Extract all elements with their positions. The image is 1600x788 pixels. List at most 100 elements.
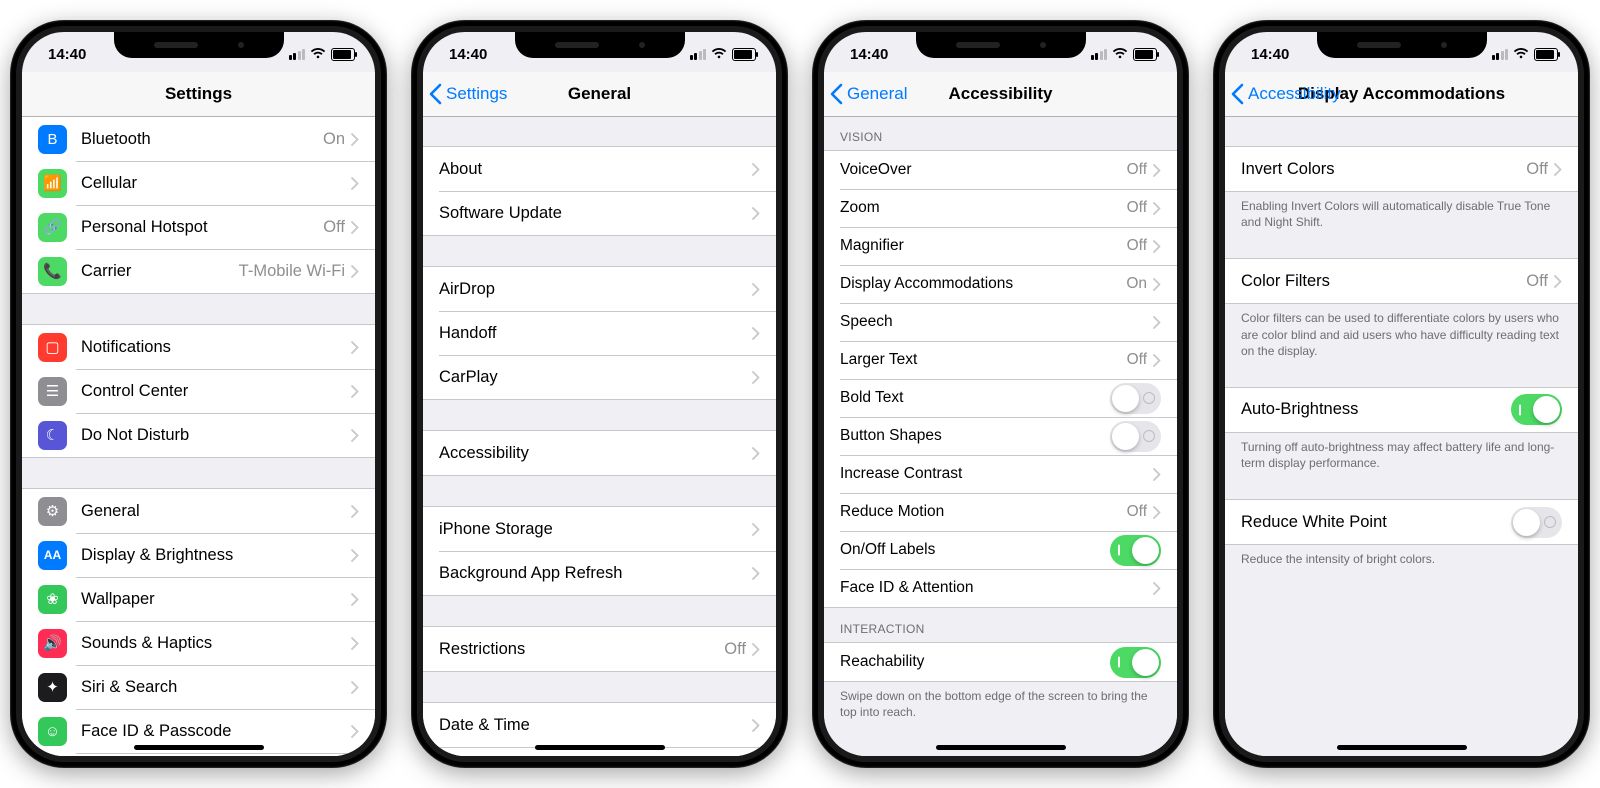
row-cellular[interactable]: 📶Cellular [22, 161, 375, 205]
row-label: Wallpaper [81, 590, 351, 609]
row-label: Background App Refresh [439, 564, 752, 583]
row-button-shapes[interactable]: Button Shapes [824, 417, 1177, 455]
device-notch [515, 32, 685, 58]
row-label: Increase Contrast [840, 465, 1153, 483]
device-notch [916, 32, 1086, 58]
chevron-right-icon [1554, 163, 1562, 176]
row-voiceover[interactable]: VoiceOverOff [824, 151, 1177, 189]
row-on-off-labels[interactable]: On/Off Labels [824, 531, 1177, 569]
row-label: CarPlay [439, 368, 752, 387]
row-carrier[interactable]: 📞CarrierT-Mobile Wi-Fi [22, 249, 375, 293]
back-button[interactable]: Accessibility [1231, 72, 1341, 116]
row-wallpaper[interactable]: ❀Wallpaper [22, 577, 375, 621]
row-display-accommodations[interactable]: Display AccommodationsOn [824, 265, 1177, 303]
row-airdrop[interactable]: AirDrop [423, 267, 776, 311]
chevron-right-icon [1153, 316, 1161, 329]
row-general[interactable]: ⚙General [22, 489, 375, 533]
gear-icon: ⚙ [38, 497, 67, 526]
chevron-right-icon [1153, 164, 1161, 177]
toggle-switch[interactable] [1110, 647, 1161, 678]
row-larger-text[interactable]: Larger TextOff [824, 341, 1177, 379]
row-bluetooth[interactable]: BBluetoothOn [22, 117, 375, 161]
settings-group: AboutSoftware Update [423, 146, 776, 236]
row-speech[interactable]: Speech [824, 303, 1177, 341]
row-personal-hotspot[interactable]: 🔗Personal HotspotOff [22, 205, 375, 249]
content: BBluetoothOn📶Cellular🔗Personal HotspotOf… [22, 116, 375, 756]
row-reduce-motion[interactable]: Reduce MotionOff [824, 493, 1177, 531]
settings-group: RestrictionsOff [423, 626, 776, 672]
row-face-id-attention[interactable]: Face ID & Attention [824, 569, 1177, 607]
nav-bar: GeneralAccessibility [824, 72, 1177, 117]
row-bold-text[interactable]: Bold Text [824, 379, 1177, 417]
chevron-right-icon [351, 505, 359, 518]
row-color-filters[interactable]: Color FiltersOff [1225, 259, 1578, 303]
chevron-right-icon [752, 447, 760, 460]
toggle-switch[interactable] [1110, 383, 1161, 414]
row-label: Button Shapes [840, 427, 1110, 445]
toggle-switch[interactable] [1511, 394, 1562, 425]
phone-icon: 📞 [38, 257, 67, 286]
chevron-right-icon [752, 523, 760, 536]
row-increase-contrast[interactable]: Increase Contrast [824, 455, 1177, 493]
row-background-app-refresh[interactable]: Background App Refresh [423, 551, 776, 595]
row-about[interactable]: About [423, 147, 776, 191]
back-label: Accessibility [1248, 84, 1341, 104]
settings-group: Color FiltersOff [1225, 258, 1578, 304]
settings-group: BBluetoothOn📶Cellular🔗Personal HotspotOf… [22, 116, 375, 294]
row-display-brightness[interactable]: AADisplay & Brightness [22, 533, 375, 577]
home-indicator[interactable] [134, 745, 264, 750]
battery-icon [732, 48, 756, 61]
row-notifications[interactable]: ▢Notifications [22, 325, 375, 369]
settings-group: Invert ColorsOff [1225, 146, 1578, 192]
row-handoff[interactable]: Handoff [423, 311, 776, 355]
row-label: Display Accommodations [840, 275, 1126, 293]
settings-group: ▢Notifications☰Control Center☾Do Not Dis… [22, 324, 375, 458]
battery-icon [331, 48, 355, 61]
row-software-update[interactable]: Software Update [423, 191, 776, 235]
back-button[interactable]: General [830, 72, 907, 116]
home-indicator[interactable] [1337, 745, 1467, 750]
row-emergency-sos[interactable]: SOSEmergency SOS [22, 753, 375, 756]
faceid-icon: ☺ [38, 717, 67, 746]
row-invert-colors[interactable]: Invert ColorsOff [1225, 147, 1578, 191]
battery-icon [1133, 48, 1157, 61]
chevron-right-icon [752, 567, 760, 580]
row-reduce-white-point[interactable]: Reduce White Point [1225, 500, 1578, 544]
row-do-not-disturb[interactable]: ☾Do Not Disturb [22, 413, 375, 457]
row-label: Do Not Disturb [81, 426, 351, 445]
wifi-icon [711, 46, 727, 62]
toggle-switch[interactable] [1110, 535, 1161, 566]
row-accessibility[interactable]: Accessibility [423, 431, 776, 475]
wifi-icon [310, 46, 326, 62]
row-siri-search[interactable]: ✦Siri & Search [22, 665, 375, 709]
home-indicator[interactable] [936, 745, 1066, 750]
row-label: Auto-Brightness [1241, 400, 1511, 419]
nav-bar: Settings [22, 72, 375, 117]
chevron-right-icon [1153, 240, 1161, 253]
row-restrictions[interactable]: RestrictionsOff [423, 627, 776, 671]
toggle-switch[interactable] [1110, 421, 1161, 452]
display-icon: AA [38, 541, 67, 570]
cellular-icon: 📶 [38, 169, 67, 198]
wifi-icon [1513, 46, 1529, 62]
row-label: Sounds & Haptics [81, 634, 351, 653]
row-label: Invert Colors [1241, 160, 1526, 179]
home-indicator[interactable] [535, 745, 665, 750]
row-magnifier[interactable]: MagnifierOff [824, 227, 1177, 265]
row-sounds-haptics[interactable]: 🔊Sounds & Haptics [22, 621, 375, 665]
chevron-right-icon [351, 593, 359, 606]
row-date-time[interactable]: Date & Time [423, 703, 776, 747]
row-carplay[interactable]: CarPlay [423, 355, 776, 399]
settings-group: VoiceOverOffZoomOffMagnifierOffDisplay A… [824, 150, 1177, 608]
row-label: Face ID & Passcode [81, 722, 351, 741]
row-zoom[interactable]: ZoomOff [824, 189, 1177, 227]
back-button[interactable]: Settings [429, 72, 507, 116]
row-auto-brightness[interactable]: Auto-Brightness [1225, 388, 1578, 432]
row-iphone-storage[interactable]: iPhone Storage [423, 507, 776, 551]
row-detail: Off [1526, 272, 1548, 291]
row-reachability[interactable]: Reachability [824, 643, 1177, 681]
toggle-switch[interactable] [1511, 507, 1562, 538]
row-control-center[interactable]: ☰Control Center [22, 369, 375, 413]
settings-group: iPhone Storage Background App Refresh [423, 506, 776, 596]
status-time: 14:40 [844, 42, 888, 63]
